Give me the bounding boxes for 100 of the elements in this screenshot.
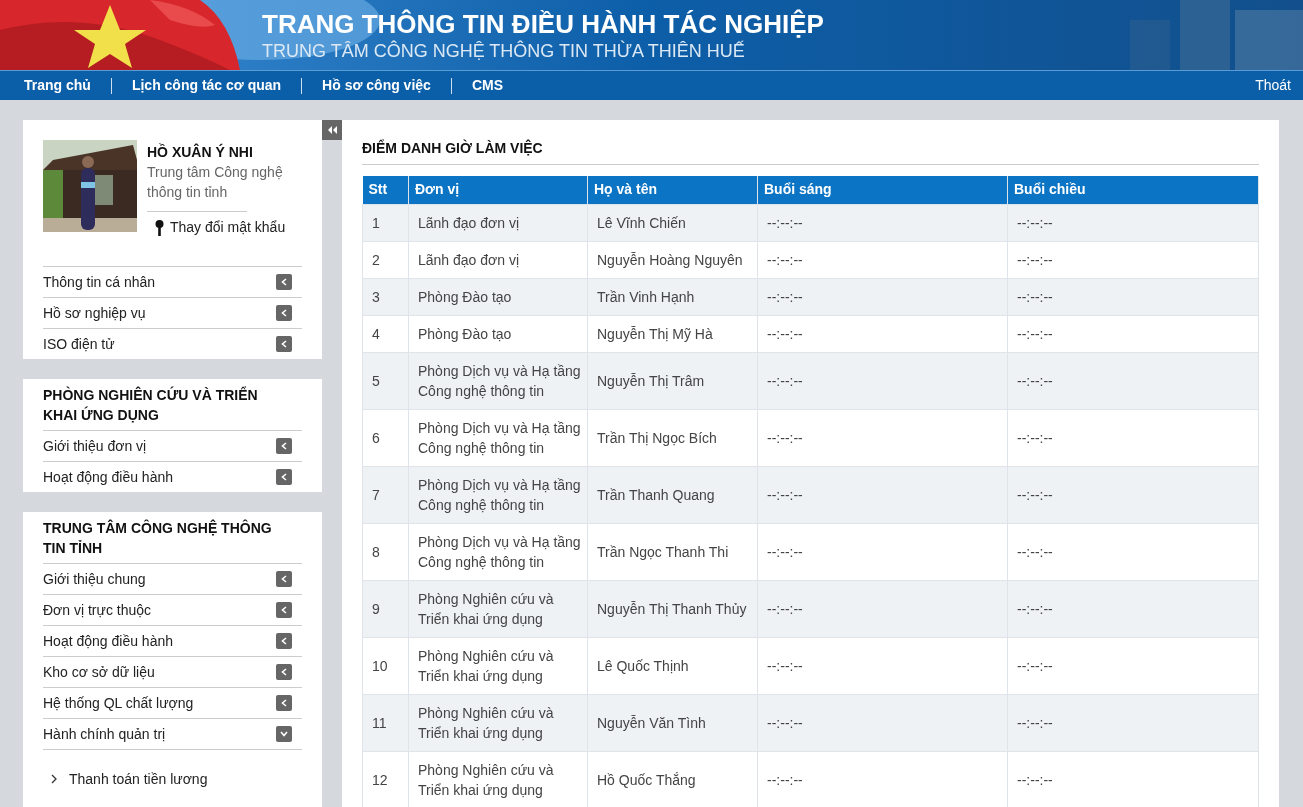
table-cell: 12 — [362, 751, 409, 807]
section-heading: TRUNG TÂM CÔNG NGHỆ THÔNG TIN TỈNH — [43, 518, 273, 558]
section-heading: PHÒNG NGHIÊN CỨU VÀ TRIỂN KHAI ỨNG DỤNG — [43, 385, 259, 425]
table-cell: 7 — [362, 466, 409, 523]
table-cell: Nguyễn Thị Trâm — [587, 352, 758, 409]
table-cell: --:--:-- — [757, 278, 1008, 315]
table-cell: Phòng Nghiên cứu và Triển khai ứng dụng — [408, 580, 588, 637]
table-cell: 5 — [362, 352, 409, 409]
logout-link[interactable]: Thoát — [1255, 75, 1291, 96]
chevron-left-icon — [281, 473, 287, 481]
toggle-button[interactable] — [276, 274, 292, 290]
table-cell: Nguyễn Văn Tình — [587, 694, 758, 751]
table-cell: --:--:-- — [757, 523, 1008, 580]
chevron-left-icon — [281, 278, 287, 286]
sidebar-item[interactable]: Hoạt động điều hành — [43, 630, 173, 652]
toggle-button[interactable] — [276, 664, 292, 680]
table-cell: --:--:-- — [1007, 204, 1259, 241]
chevron-left-icon — [281, 575, 287, 583]
table-cell: --:--:-- — [757, 241, 1008, 278]
sidebar-item[interactable]: Hồ sơ nghiệp vụ — [43, 302, 146, 324]
chevron-left-icon — [281, 637, 287, 645]
sidebar-item[interactable]: Hoạt động điều hành — [43, 466, 173, 488]
table-cell: Phòng Đào tạo — [408, 278, 588, 315]
table-cell: Trần Thanh Quang — [587, 466, 758, 523]
sidebar-item[interactable]: Hệ thống QL chất lượng — [43, 692, 194, 714]
toggle-button[interactable] — [276, 571, 292, 587]
table-cell: 1 — [362, 204, 409, 241]
table-cell: 2 — [362, 241, 409, 278]
table-cell: Phòng Dịch vụ và Hạ tầng Công nghệ thông tin — [408, 409, 588, 466]
table-cell: Lê Quốc Thịnh — [587, 637, 758, 694]
column-header: Buổi chiều — [1007, 176, 1259, 204]
chevron-left-icon — [281, 699, 287, 707]
sidebar-item[interactable]: Đơn vị trực thuộc — [43, 599, 152, 621]
table-cell: --:--:-- — [1007, 466, 1259, 523]
table-cell: --:--:-- — [1007, 409, 1259, 466]
column-header: Buổi sáng — [757, 176, 1008, 204]
toggle-button[interactable] — [276, 695, 292, 711]
toggle-button[interactable] — [276, 633, 292, 649]
table-cell: --:--:-- — [757, 694, 1008, 751]
nav-link[interactable]: Lịch công tác cơ quan — [131, 75, 282, 96]
table-cell: --:--:-- — [1007, 580, 1259, 637]
table-cell: --:--:-- — [1007, 637, 1259, 694]
table-cell: --:--:-- — [757, 204, 1008, 241]
key-icon — [155, 219, 164, 236]
table-cell: 6 — [362, 409, 409, 466]
site-subtitle: TRUNG TÂM CÔNG NGHỆ THÔNG TIN THỪA THIÊN HUẾ — [262, 40, 746, 62]
nav-link[interactable]: CMS — [471, 75, 503, 96]
table-cell: --:--:-- — [1007, 315, 1259, 352]
toggle-button[interactable] — [276, 602, 292, 618]
table-cell: Phòng Dịch vụ và Hạ tầng Công nghệ thông tin — [408, 352, 588, 409]
table-cell: Phòng Nghiên cứu và Triển khai ứng dụng — [408, 694, 588, 751]
table-cell: Lãnh đạo đơn vị — [408, 241, 588, 278]
toggle-button[interactable] — [276, 336, 292, 352]
section-title: ĐIỂM DANH GIỜ LÀM VIỆC — [362, 140, 543, 156]
table-cell: 9 — [362, 580, 409, 637]
sidebar-item[interactable]: Kho cơ sở dữ liệu — [43, 661, 155, 683]
table-cell: --:--:-- — [757, 409, 1008, 466]
table-cell: --:--:-- — [757, 315, 1008, 352]
table-cell: Nguyễn Hoàng Nguyên — [587, 241, 758, 278]
chevron-left-icon — [281, 606, 287, 614]
table-cell: 10 — [362, 637, 409, 694]
table-cell: --:--:-- — [757, 637, 1008, 694]
toggle-button[interactable] — [276, 305, 292, 321]
double-chevron-left-icon — [327, 126, 337, 134]
table-cell: --:--:-- — [1007, 694, 1259, 751]
toggle-button[interactable] — [276, 469, 292, 485]
sidebar-item[interactable]: ISO điện tử — [43, 333, 115, 355]
table-cell: Phòng Dịch vụ và Hạ tầng Công nghệ thông tin — [408, 466, 588, 523]
sidebar-item[interactable]: Giới thiệu chung — [43, 568, 146, 590]
chevron-down-icon — [280, 731, 288, 737]
table-cell: Phòng Đào tạo — [408, 315, 588, 352]
table-cell: Trần Vinh Hạnh — [587, 278, 758, 315]
table-cell: --:--:-- — [757, 580, 1008, 637]
sidebar-item[interactable]: Thông tin cá nhân — [43, 271, 156, 293]
table-cell: --:--:-- — [1007, 523, 1259, 580]
column-header: Họ và tên — [587, 176, 758, 204]
column-header: Stt — [362, 176, 409, 204]
table-cell: --:--:-- — [1007, 352, 1259, 409]
sidebar-item[interactable]: Hành chính quản trị — [43, 723, 166, 745]
sidebar-item[interactable]: Giới thiệu đơn vị — [43, 435, 147, 457]
table-cell: 11 — [362, 694, 409, 751]
table-cell: Nguyễn Thị Thanh Thủy — [587, 580, 758, 637]
change-password-link[interactable]: Thay đổi mật khẩu — [147, 217, 302, 238]
toggle-button[interactable] — [276, 438, 292, 454]
table-cell: Trần Ngọc Thanh Thi — [587, 523, 758, 580]
chevron-right-icon — [51, 774, 57, 784]
table-cell: 4 — [362, 315, 409, 352]
table-cell: 8 — [362, 523, 409, 580]
table-cell: Nguyễn Thị Mỹ Hà — [587, 315, 758, 352]
toggle-button[interactable] — [276, 726, 292, 742]
table-cell: Lãnh đạo đơn vị — [408, 204, 588, 241]
collapse-sidebar-button[interactable] — [322, 120, 342, 140]
nav-link[interactable]: Trang chủ — [24, 75, 91, 96]
chevron-left-icon — [281, 442, 287, 450]
chevron-left-icon — [281, 309, 287, 317]
nav-link[interactable]: Hồ sơ công việc — [322, 75, 431, 96]
table-cell: --:--:-- — [1007, 241, 1259, 278]
table-cell: 3 — [362, 278, 409, 315]
table-cell: --:--:-- — [1007, 278, 1259, 315]
submenu-item[interactable]: Thanh toán tiền lương — [51, 764, 302, 794]
